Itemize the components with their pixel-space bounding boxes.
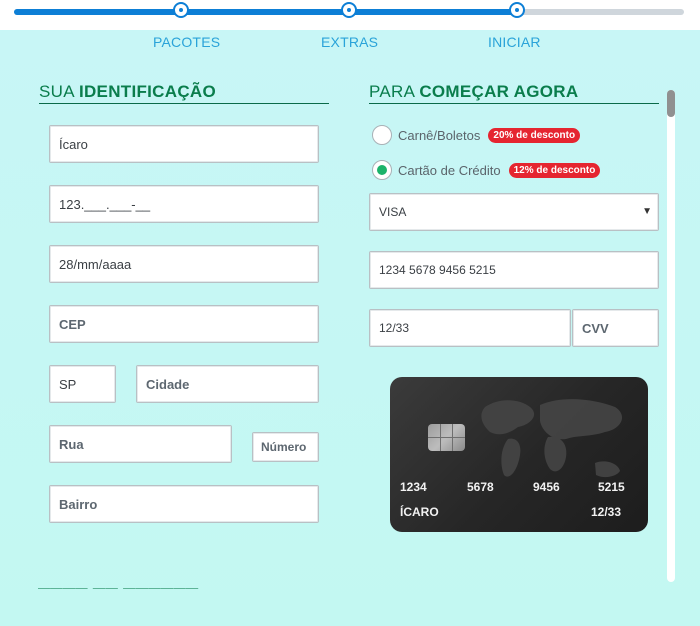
credit-card-preview: 1234 5678 9456 5215 ÍCARO 12/33 [390, 377, 648, 532]
number-input[interactable]: Número [252, 432, 319, 462]
expiry-input[interactable]: 12/33 [369, 309, 571, 347]
step-dot-iniciar[interactable] [509, 2, 525, 18]
step-label-extras[interactable]: EXTRAS [321, 34, 378, 50]
name-input[interactable]: Ícaro [49, 125, 319, 163]
card-brand-value: VISA [379, 205, 407, 219]
card-number-input[interactable]: 1234 5678 9456 5215 [369, 251, 659, 289]
option-boleto-label[interactable]: Carnê/Boletos [398, 128, 480, 143]
radio-card[interactable] [372, 160, 392, 180]
step-dot-pacotes[interactable] [173, 2, 189, 18]
payment-title-bold: COMEÇAR AGORA [419, 82, 579, 101]
card-preview-group-2: 5678 [467, 480, 494, 494]
scrollbar-thumb[interactable] [667, 90, 675, 117]
option-card-label[interactable]: Cartão de Crédito [398, 163, 501, 178]
progress-fill [14, 9, 518, 15]
payment-option-card[interactable]: Cartão de Crédito 12% de desconto [372, 160, 601, 180]
clipped-next-section-heading: ▔▔▔▔ ▔▔ ▔▔▔▔▔▔ [38, 588, 199, 598]
district-input[interactable]: Bairro [49, 485, 319, 523]
card-preview-group-3: 9456 [533, 480, 560, 494]
cvv-input[interactable]: CVV [572, 309, 659, 347]
step-label-iniciar[interactable]: INICIAR [488, 34, 541, 50]
discount-badge-boleto: 20% de desconto [488, 127, 581, 143]
identification-title-light: SUA [39, 82, 74, 101]
cpf-input[interactable]: 123.___.___-__ [49, 185, 319, 223]
street-input[interactable]: Rua [49, 425, 232, 463]
card-brand-select[interactable]: VISA ▼ [369, 193, 659, 231]
card-preview-expiry: 12/33 [591, 505, 622, 519]
scrollbar-track[interactable] [667, 90, 675, 582]
identification-title-bold: IDENTIFICAÇÃO [78, 82, 217, 101]
step-dot-extras[interactable] [341, 2, 357, 18]
step-label-pacotes[interactable]: PACOTES [153, 34, 220, 50]
card-preview-holder: ÍCARO [400, 505, 439, 519]
state-input[interactable]: SP [49, 365, 116, 403]
birthdate-input[interactable]: 28/mm/aaaa [49, 245, 319, 283]
card-preview-group-4: 5215 [598, 480, 625, 494]
payment-option-boleto[interactable]: Carnê/Boletos 20% de desconto [372, 125, 581, 145]
payment-title-light: PARA [369, 82, 415, 101]
card-preview-group-1: 1234 [400, 480, 427, 494]
city-input[interactable]: Cidade [136, 365, 319, 403]
identification-title: SUA IDENTIFICAÇÃO [39, 82, 216, 102]
radio-boleto[interactable] [372, 125, 392, 145]
checkout-app: PACOTES EXTRAS INICIAR SUA IDENTIFICAÇÃO… [0, 0, 700, 626]
cep-input[interactable]: CEP [49, 305, 319, 343]
discount-badge-card: 12% de desconto [508, 162, 601, 178]
payment-divider [369, 103, 659, 104]
payment-title: PARA COMEÇAR AGORA [369, 82, 578, 102]
identification-divider [39, 103, 329, 104]
chevron-down-icon: ▼ [642, 206, 652, 217]
